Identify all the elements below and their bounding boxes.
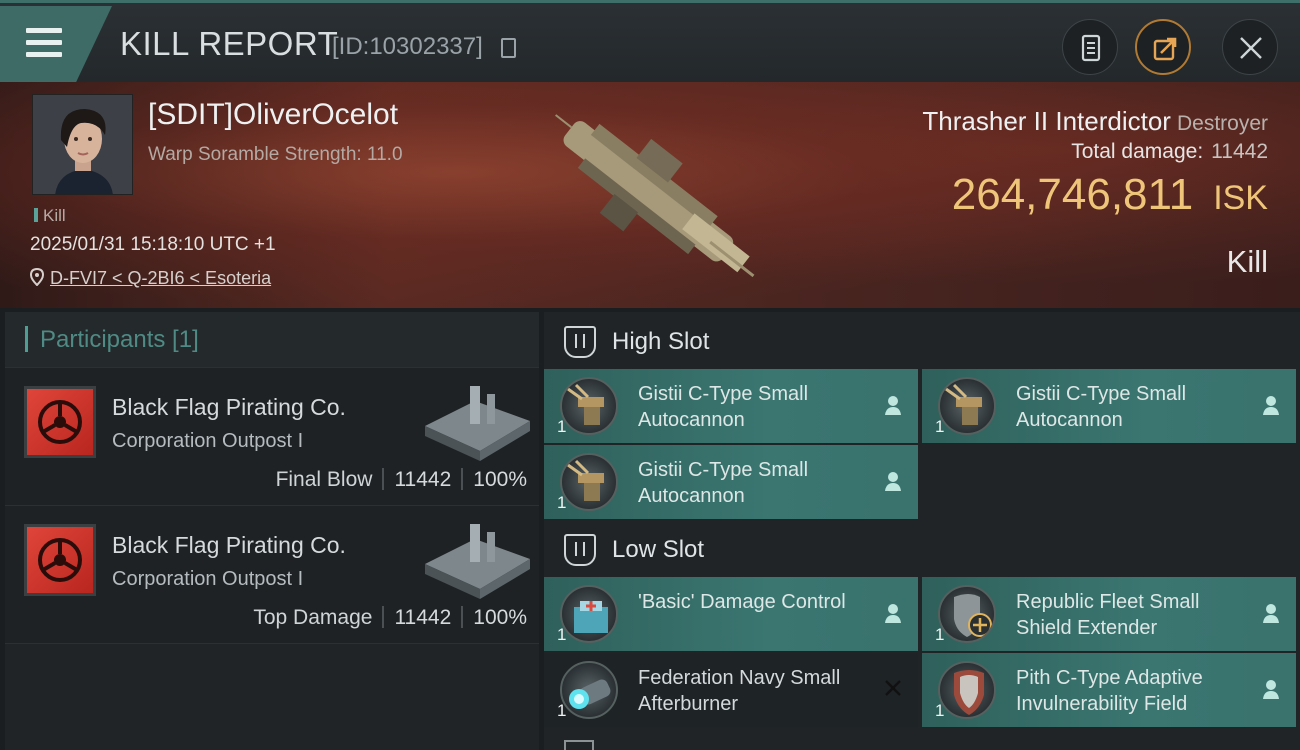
module-name: Pith C-Type Adaptive Invulnerability Fie…	[1016, 667, 1203, 715]
isk-value: 264,746,811 ISK	[951, 170, 1268, 219]
hamburger-icon	[26, 28, 62, 64]
participant-stats: Top Damage 11442 100%	[253, 606, 527, 630]
report-id: [ID:10302337]	[332, 33, 483, 60]
document-icon	[1081, 34, 1101, 62]
afterburner-icon	[560, 661, 618, 719]
participant-ship: Corporation Outpost I	[112, 568, 304, 590]
outpost-image	[425, 524, 530, 599]
mid-slot-icon	[564, 740, 594, 750]
outpost-image	[425, 386, 530, 461]
share-icon	[1153, 37, 1177, 61]
invulnerability-field-icon	[938, 661, 996, 719]
person-icon	[885, 604, 901, 623]
low-slot-title: Low Slot	[612, 536, 705, 563]
person-icon	[1263, 396, 1279, 415]
participant-role: Top Damage	[253, 606, 373, 629]
autocannon-icon	[938, 377, 996, 435]
high-slot-icon	[564, 326, 596, 358]
kill-marker-icon	[34, 208, 38, 222]
corp-logo-icon	[24, 524, 96, 596]
module-name: 'Basic' Damage Control	[638, 591, 846, 613]
victim-summary: [SDIT]OliverOcelot Warp Soramble Strengt…	[0, 82, 1300, 308]
module-name: Gistii C-Type Small Autocannon	[638, 459, 809, 507]
person-icon	[885, 472, 901, 491]
module-item[interactable]: 1 Pith C-Type Adaptive Invulnerability F…	[922, 653, 1296, 727]
module-quantity: 1	[935, 701, 945, 720]
isk-unit: ISK	[1213, 179, 1268, 217]
low-slot-icon	[564, 534, 596, 566]
participant-percent: 100%	[473, 606, 527, 629]
location-link[interactable]: D-FVI7 < Q-2BI6 < Esoteria	[50, 268, 271, 288]
participant-row[interactable]: Black Flag Pirating Co. Corporation Outp…	[5, 506, 539, 644]
participants-panel: Participants [1] Black Flag Pirating Co.…	[5, 312, 539, 750]
destroyed-icon	[885, 680, 901, 696]
module-item[interactable]: 1 Federation Navy Small Afterburner	[544, 653, 918, 727]
damage-control-icon	[560, 585, 618, 643]
corp-logo-icon	[24, 386, 96, 458]
close-button[interactable]	[1222, 19, 1278, 75]
menu-button[interactable]	[0, 6, 112, 82]
copy-icon[interactable]	[501, 38, 516, 58]
module-name: Gistii C-Type Small Autocannon	[1016, 383, 1187, 431]
notes-button[interactable]	[1062, 19, 1118, 75]
module-item[interactable]: 1 Gistii C-Type Small Autocannon	[922, 369, 1296, 443]
report-result: Kill	[1226, 244, 1268, 279]
person-icon	[1263, 604, 1279, 623]
participant-ship: Corporation Outpost I	[112, 430, 304, 452]
participant-damage: 11442	[394, 468, 452, 491]
ship-type[interactable]: Thrasher II Interdictor Destroyer	[922, 106, 1268, 137]
module-quantity: 1	[557, 417, 567, 436]
high-slot-header: High Slot	[544, 314, 1300, 370]
participant-corp[interactable]: Black Flag Pirating Co.	[112, 394, 346, 421]
top-bar: KILL REPORT [ID:10302337]	[0, 0, 1300, 82]
module-quantity: 1	[935, 417, 945, 436]
high-slot-title: High Slot	[612, 328, 710, 355]
pilot-name[interactable]: [SDIT]OliverOcelot	[148, 98, 398, 132]
page-title: KILL REPORT	[120, 25, 339, 62]
fitting-panel: High Slot 1 Gistii C-Type Small Autocann…	[544, 312, 1300, 750]
module-name: Federation Navy Small Afterburner	[638, 667, 841, 715]
person-icon	[1263, 680, 1279, 699]
kill-type-badge: Kill	[34, 206, 66, 226]
module-item[interactable]: 1 'Basic' Damage Control	[544, 577, 918, 651]
participant-row[interactable]: Black Flag Pirating Co. Corporation Outp…	[5, 368, 539, 506]
person-icon	[885, 396, 901, 415]
module-name: Republic Fleet Small Shield Extender	[1016, 591, 1200, 639]
ship-image	[555, 114, 755, 278]
warp-scramble-strength: Warp Soramble Strength: 11.0	[148, 144, 403, 165]
total-damage: Total damage: 11442	[1071, 140, 1268, 163]
kill-location[interactable]: D-FVI7 < Q-2BI6 < Esoteria	[29, 267, 271, 289]
total-damage-value: 11442	[1211, 140, 1268, 163]
portrait-icon	[33, 95, 132, 194]
module-item[interactable]: 1 Republic Fleet Small Shield Extender	[922, 577, 1296, 651]
participant-role: Final Blow	[275, 468, 373, 491]
pilot-portrait[interactable]	[32, 94, 133, 195]
location-pin-icon	[29, 267, 45, 287]
share-button[interactable]	[1135, 19, 1191, 75]
module-item[interactable]: 1 Gistii C-Type Small Autocannon	[544, 369, 918, 443]
ship-class: Destroyer	[1176, 112, 1268, 135]
kill-datetime: 2025/01/31 15:18:10 UTC +1	[30, 234, 276, 255]
section-marker	[25, 326, 28, 352]
participants-header[interactable]: Participants [1]	[5, 312, 539, 368]
participant-corp[interactable]: Black Flag Pirating Co.	[112, 532, 346, 559]
module-quantity: 1	[557, 701, 567, 720]
module-quantity: 1	[935, 625, 945, 644]
shield-extender-icon	[938, 585, 996, 643]
participant-percent: 100%	[473, 468, 527, 491]
module-quantity: 1	[557, 625, 567, 644]
participant-stats: Final Blow 11442 100%	[276, 468, 527, 492]
participant-damage: 11442	[394, 606, 452, 629]
participants-title: Participants [1]	[40, 326, 199, 353]
module-item[interactable]: 1 Gistii C-Type Small Autocannon	[544, 445, 918, 519]
close-icon	[1240, 37, 1262, 59]
autocannon-icon	[560, 377, 618, 435]
autocannon-icon	[560, 453, 618, 511]
module-name: Gistii C-Type Small Autocannon	[638, 383, 809, 431]
module-quantity: 1	[557, 493, 567, 512]
low-slot-header: Low Slot	[544, 522, 1300, 578]
